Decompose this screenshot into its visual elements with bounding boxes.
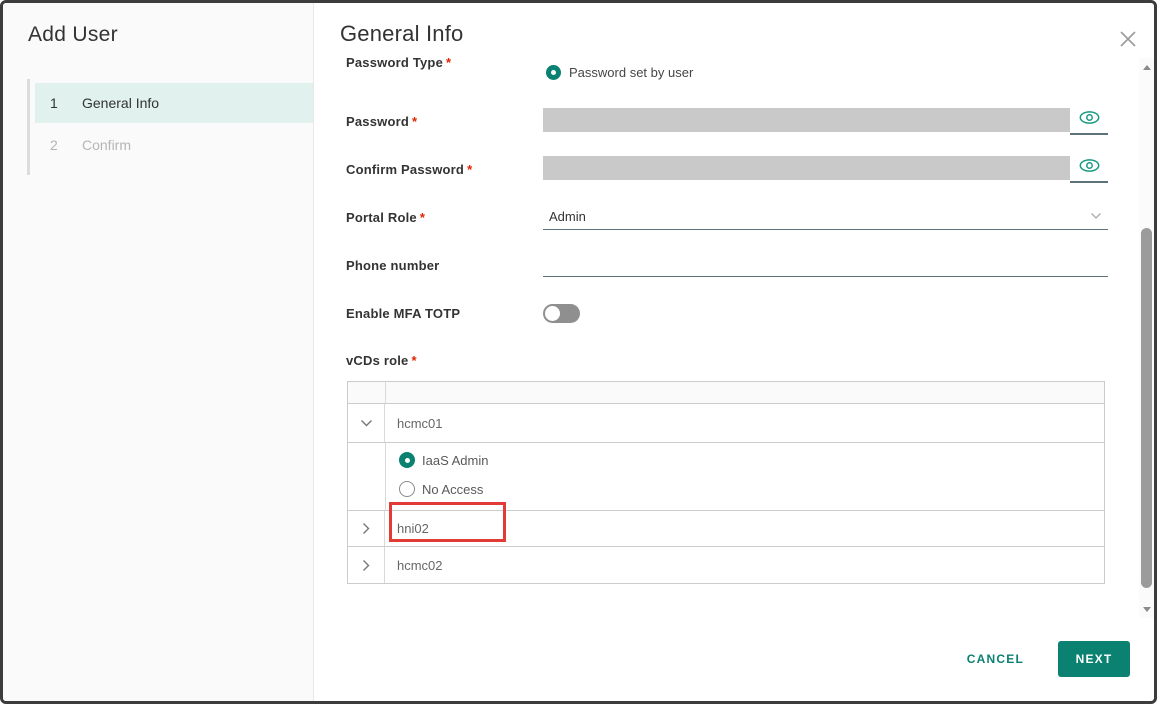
- portal-role-select[interactable]: Admin: [543, 203, 1108, 230]
- required-asterisk: *: [420, 210, 425, 225]
- step-number: 1: [50, 95, 67, 111]
- show-confirm-password-button[interactable]: [1070, 156, 1108, 183]
- expand-button[interactable]: [348, 547, 385, 583]
- caret-down-icon: [1090, 212, 1102, 220]
- radio-unselected-icon: [399, 481, 415, 497]
- confirm-password-label: Confirm Password*: [346, 162, 472, 177]
- password-field-row: [543, 108, 1108, 135]
- next-button[interactable]: NEXT: [1058, 641, 1130, 677]
- step-label: Confirm: [82, 137, 131, 153]
- required-asterisk: *: [412, 353, 417, 368]
- mfa-toggle[interactable]: [543, 304, 580, 323]
- tree-row-hni02[interactable]: hni02: [348, 511, 1104, 547]
- required-asterisk: *: [467, 162, 472, 177]
- role-option-no-access[interactable]: No Access: [399, 481, 483, 497]
- toggle-knob-icon: [545, 306, 560, 321]
- close-icon[interactable]: [1118, 29, 1138, 49]
- enable-mfa-label: Enable MFA TOTP: [346, 306, 460, 321]
- portal-role-label: Portal Role*: [346, 210, 425, 225]
- step-general-info[interactable]: 1 General Info: [35, 83, 313, 123]
- scroll-up-arrow-icon[interactable]: [1139, 60, 1154, 74]
- tree-row-hcmc01[interactable]: hcmc01: [348, 404, 1104, 443]
- add-user-dialog: Add User 1 General Info 2 Confirm Genera…: [0, 0, 1157, 704]
- step-confirm[interactable]: 2 Confirm: [35, 125, 313, 165]
- site-name: hcmc02: [397, 558, 443, 573]
- wizard-sidebar: Add User 1 General Info 2 Confirm: [3, 3, 314, 701]
- scroll-down-arrow-icon[interactable]: [1139, 602, 1154, 616]
- required-asterisk: *: [412, 114, 417, 129]
- page-title: General Info: [340, 21, 463, 47]
- vertical-scrollbar[interactable]: [1139, 58, 1154, 618]
- step-label: General Info: [82, 95, 159, 111]
- dialog-title: Add User: [28, 23, 118, 47]
- step-number: 2: [50, 137, 67, 153]
- site-name: hni02: [397, 521, 429, 536]
- role-label: No Access: [422, 482, 483, 497]
- role-option-iaas-admin[interactable]: IaaS Admin: [399, 452, 489, 468]
- radio-selected-icon: [399, 452, 415, 468]
- cancel-button[interactable]: CANCEL: [955, 644, 1036, 674]
- scrollbar-thumb[interactable]: [1141, 228, 1152, 588]
- chevron-down-icon: [360, 419, 373, 428]
- password-type-radio[interactable]: Password set by user: [546, 65, 693, 80]
- tree-row-hcmc02[interactable]: hcmc02: [348, 547, 1104, 583]
- password-input[interactable]: [543, 108, 1070, 132]
- steps-track: [27, 79, 30, 175]
- site-name: hcmc01: [397, 416, 443, 431]
- chevron-right-icon: [362, 559, 371, 572]
- column-divider: [385, 443, 386, 510]
- eye-icon: [1078, 158, 1101, 173]
- chevron-right-icon: [362, 522, 371, 535]
- vcds-role-label: vCDs role*: [346, 353, 417, 368]
- phone-number-input[interactable]: [543, 251, 1108, 277]
- show-password-button[interactable]: [1070, 108, 1108, 135]
- phone-number-label: Phone number: [346, 258, 439, 273]
- eye-icon: [1078, 110, 1101, 125]
- vcds-role-tree: hcmc01 IaaS Admin No Access hni02: [347, 381, 1105, 584]
- tree-children-hcmc01: IaaS Admin No Access: [348, 443, 1104, 511]
- portal-role-value: Admin: [549, 209, 1090, 224]
- role-label: IaaS Admin: [422, 453, 489, 468]
- tree-header-row: [348, 382, 1104, 404]
- password-label: Password*: [346, 114, 417, 129]
- radio-selected-icon: [546, 65, 561, 80]
- confirm-password-input[interactable]: [543, 156, 1070, 180]
- required-asterisk: *: [446, 55, 451, 70]
- expand-button[interactable]: [348, 511, 385, 546]
- dialog-footer: CANCEL NEXT: [955, 641, 1130, 677]
- radio-label: Password set by user: [569, 65, 693, 80]
- password-type-label: Password Type*: [346, 55, 451, 70]
- confirm-password-field-row: [543, 156, 1108, 183]
- collapse-button[interactable]: [348, 404, 385, 442]
- column-divider: [385, 382, 386, 403]
